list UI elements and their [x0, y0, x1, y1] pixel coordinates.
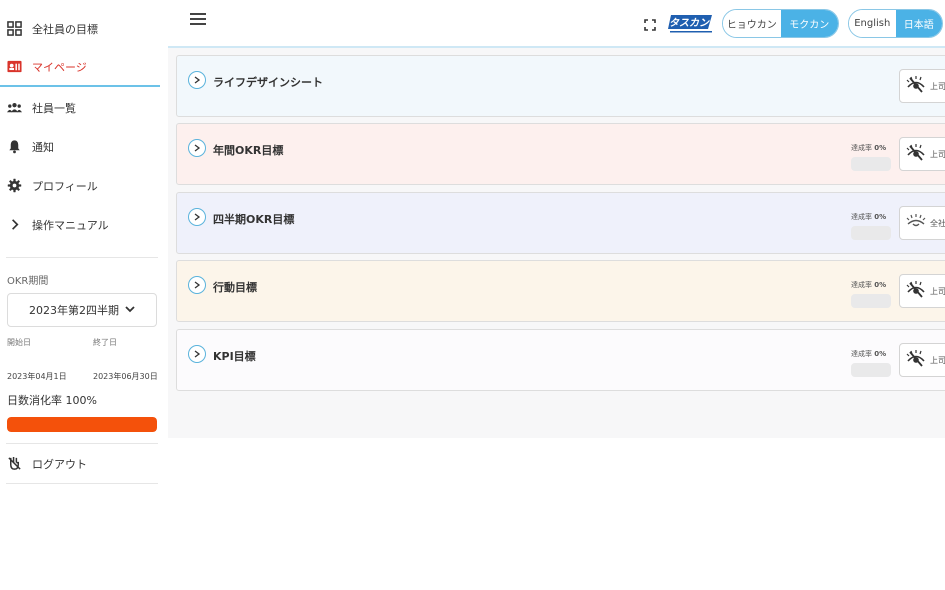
- visibility-button[interactable]: 上司: [899, 137, 945, 171]
- eye-off-icon: [906, 349, 930, 371]
- card-title: ライフデザインシート: [213, 76, 323, 89]
- achievement-rate-value: 0%: [874, 281, 887, 289]
- visibility-button-label: 上司: [930, 286, 945, 296]
- sidebar-item-label: 社員一覧: [32, 101, 76, 115]
- okr-period-label: OKR期間: [7, 276, 49, 287]
- end-date-label: 終了日: [93, 338, 117, 347]
- achievement-rate-bar: [851, 157, 891, 171]
- eye-off-icon: [906, 143, 930, 165]
- card-title: 年間OKR目標: [213, 144, 284, 157]
- goal-sections: ライフデザインシート 上司 年間OKR目標 達成率 0% 上司 四半期OKR目標 達成率 0…: [168, 48, 945, 438]
- sidebar-item-label: 操作マニュアル: [32, 218, 109, 232]
- logout-label: ログアウト: [32, 457, 87, 471]
- lang-option-japanese[interactable]: 日本語: [895, 10, 942, 37]
- eye-icon: [906, 212, 930, 234]
- card-title: 四半期OKR目標: [213, 213, 295, 226]
- start-date-label: 開始日: [7, 338, 31, 347]
- sidebar-divider: [6, 257, 158, 258]
- achievement-rate-value: 0%: [874, 144, 887, 152]
- logout-button[interactable]: ログアウト: [0, 444, 160, 483]
- visibility-button[interactable]: 上司: [899, 69, 945, 103]
- menu-icon[interactable]: [190, 13, 206, 29]
- card-title: 行動目標: [213, 281, 257, 294]
- day-consumption-progress: [7, 417, 157, 432]
- sidebar-item-manual[interactable]: 操作マニュアル: [0, 205, 160, 244]
- visibility-button-label: 上司: [930, 81, 945, 91]
- sidebar-item-all-goals[interactable]: 全社員の目標: [0, 9, 160, 48]
- progress-fill: [7, 417, 157, 432]
- sidebar-item-label: マイページ: [32, 60, 87, 74]
- achievement-rate-value: 0%: [874, 350, 887, 358]
- achievement-rate-label: 達成率: [851, 144, 872, 152]
- header: タスカン ヒョウカン モクカン English 日本語: [168, 0, 945, 48]
- end-date-value: 2023年06月30日: [93, 372, 158, 381]
- visibility-button-label: 全社: [930, 218, 945, 228]
- goal-card[interactable]: 年間OKR目標 達成率 0% 上司: [176, 123, 945, 185]
- app-root: 全社員の目標 マイページ 社員一覧 通知 プロフィール 操作マニュアル OKR期…: [0, 0, 945, 590]
- language-toggle[interactable]: English 日本語: [848, 9, 943, 38]
- achievement-rate-value: 0%: [874, 213, 887, 221]
- achievement-rate-label: 達成率: [851, 213, 872, 221]
- app-logo: タスカン: [668, 12, 714, 33]
- card-title: KPI目標: [213, 350, 256, 363]
- mode-option-mokukan[interactable]: モクカン: [780, 10, 838, 37]
- logo-text: タスカン: [669, 17, 710, 29]
- period-select[interactable]: 2023年第2四半期: [7, 293, 157, 327]
- gear-icon: [6, 178, 22, 194]
- sidebar-item-mypage[interactable]: マイページ: [0, 48, 160, 87]
- mode-option-hyoukan[interactable]: ヒョウカン: [723, 10, 781, 37]
- fullscreen-icon[interactable]: [644, 16, 656, 31]
- sidebar-item-profile[interactable]: プロフィール: [0, 166, 160, 205]
- chevron-down-icon: [125, 305, 135, 316]
- grid-icon: [6, 21, 22, 37]
- expand-chevron-icon[interactable]: [188, 276, 206, 294]
- start-date-value: 2023年04月1日: [7, 372, 67, 381]
- achievement-rate-bar: [851, 226, 891, 240]
- id-card-icon: [6, 59, 22, 75]
- lang-option-english[interactable]: English: [849, 10, 896, 37]
- visibility-button[interactable]: 上司: [899, 343, 945, 377]
- goal-card[interactable]: 四半期OKR目標 達成率 0% 全社: [176, 192, 945, 254]
- visibility-button-label: 上司: [930, 355, 945, 365]
- mode-toggle[interactable]: ヒョウカン モクカン: [722, 9, 839, 38]
- sidebar-item-label: 全社員の目標: [32, 22, 98, 36]
- logout-icon: [6, 456, 22, 472]
- sidebar-item-label: 通知: [32, 140, 54, 154]
- achievement-rate: 達成率 0%: [851, 212, 886, 222]
- achievement-rate: 達成率 0%: [851, 349, 886, 359]
- sidebar-item-notifications[interactable]: 通知: [0, 127, 160, 166]
- achievement-rate: 達成率 0%: [851, 280, 886, 290]
- goal-card[interactable]: KPI目標 達成率 0% 上司: [176, 329, 945, 391]
- bell-icon: [6, 139, 22, 155]
- day-consumption-text: 日数消化率 100%: [7, 394, 97, 407]
- people-icon: [6, 100, 22, 116]
- achievement-rate: 達成率 0%: [851, 143, 886, 153]
- goal-card[interactable]: ライフデザインシート 上司: [176, 55, 945, 117]
- eye-off-icon: [906, 280, 930, 302]
- achievement-rate-bar: [851, 363, 891, 377]
- expand-chevron-icon[interactable]: [188, 71, 206, 89]
- visibility-button-label: 上司: [930, 149, 945, 159]
- sidebar-item-employees[interactable]: 社員一覧: [0, 88, 160, 127]
- eye-off-icon: [906, 75, 930, 97]
- chevron-right-icon: [6, 217, 22, 233]
- sidebar-divider: [6, 483, 158, 484]
- expand-chevron-icon[interactable]: [188, 139, 206, 157]
- achievement-rate-label: 達成率: [851, 350, 872, 358]
- goal-card[interactable]: 行動目標 達成率 0% 上司: [176, 260, 945, 322]
- achievement-rate-label: 達成率: [851, 281, 872, 289]
- visibility-button[interactable]: 上司: [899, 274, 945, 308]
- period-select-value: 2023年第2四半期: [29, 304, 119, 317]
- sidebar: 全社員の目標 マイページ 社員一覧 通知 プロフィール 操作マニュアル OKR期…: [0, 0, 168, 590]
- expand-chevron-icon[interactable]: [188, 208, 206, 226]
- achievement-rate-bar: [851, 294, 891, 308]
- expand-chevron-icon[interactable]: [188, 345, 206, 363]
- sidebar-item-label: プロフィール: [32, 179, 98, 193]
- visibility-button[interactable]: 全社: [899, 206, 945, 240]
